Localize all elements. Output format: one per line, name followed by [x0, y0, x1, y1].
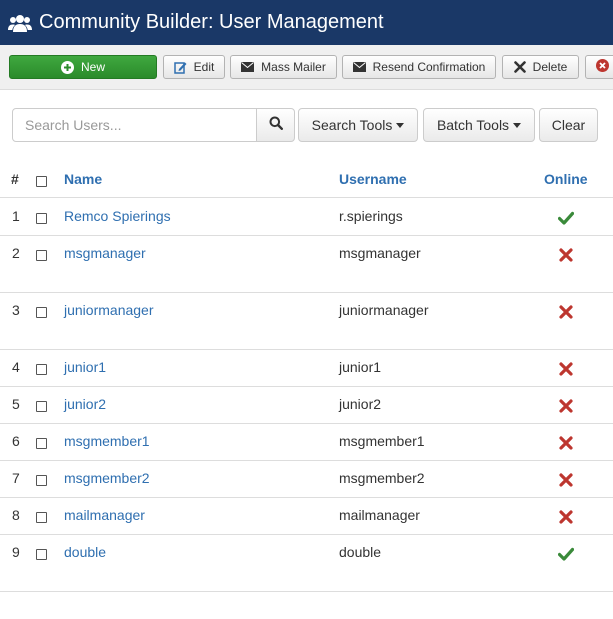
delete-button-label: Delete — [532, 60, 568, 74]
resend-confirmation-button-label: Resend Confirmation — [372, 60, 486, 74]
column-header-number: # — [11, 171, 19, 187]
search-button[interactable] — [256, 108, 295, 142]
user-name-link[interactable]: double — [64, 544, 106, 560]
row-checkbox[interactable] — [36, 307, 47, 318]
username-text: msgmember2 — [339, 470, 425, 486]
row-number: 2 — [12, 245, 20, 261]
column-header-username[interactable]: Username — [339, 171, 407, 187]
row-checkbox[interactable] — [36, 438, 47, 449]
username-text: msgmanager — [339, 245, 421, 261]
table-row: 7 msgmember2 msgmember2 — [0, 460, 613, 498]
table-row: 1 Remco Spierings r.spierings — [0, 198, 613, 236]
row-number: 6 — [12, 433, 20, 449]
plus-circle-icon — [60, 60, 74, 74]
delete-button[interactable]: Delete — [502, 55, 579, 79]
envelope-icon — [241, 62, 255, 72]
cross-icon — [558, 361, 574, 377]
row-number: 9 — [12, 544, 20, 560]
row-number: 4 — [12, 359, 20, 375]
table-row: 4 junior1 junior1 — [0, 349, 613, 387]
user-name-link[interactable]: mailmanager — [64, 507, 145, 523]
username-text: mailmanager — [339, 507, 420, 523]
username-text: double — [339, 544, 382, 560]
table-row: 2 msgmanager msgmanager — [0, 235, 613, 293]
edit-icon — [173, 61, 187, 74]
page-header: Community Builder: User Management — [0, 0, 613, 45]
search-input[interactable] — [12, 108, 257, 142]
batch-tools-label: Batch Tools — [436, 117, 510, 133]
cross-icon — [558, 509, 574, 525]
cross-icon — [558, 247, 574, 263]
resend-confirmation-button[interactable]: Resend Confirmation — [342, 55, 496, 79]
cross-icon — [558, 472, 574, 488]
row-checkbox[interactable] — [36, 364, 47, 375]
row-checkbox[interactable] — [36, 549, 47, 560]
cancel-button[interactable] — [585, 55, 613, 79]
close-icon — [513, 61, 526, 73]
row-number: 5 — [12, 396, 20, 412]
caret-down-icon — [513, 122, 522, 128]
table-row: 5 junior2 junior2 — [0, 386, 613, 424]
table-row: 8 mailmanager mailmanager — [0, 497, 613, 535]
table-row: 6 msgmember1 msgmember1 — [0, 423, 613, 461]
cross-icon — [558, 398, 574, 414]
check-icon — [557, 546, 575, 562]
users-icon — [8, 12, 32, 34]
cancel-circle-icon — [596, 59, 609, 75]
envelope-icon — [352, 62, 366, 72]
username-text: juniormanager — [339, 302, 429, 318]
table-row: 3 juniormanager juniormanager — [0, 292, 613, 350]
username-text: r.spierings — [339, 208, 403, 224]
row-checkbox[interactable] — [36, 475, 47, 486]
row-checkbox[interactable] — [36, 250, 47, 261]
user-name-link[interactable]: msgmanager — [64, 245, 146, 261]
toolbar: New Edit Mass Mailer Resend Confirmation… — [0, 45, 613, 90]
username-text: junior2 — [339, 396, 382, 412]
user-name-link[interactable]: Remco Spierings — [64, 208, 171, 224]
row-number: 7 — [12, 470, 20, 486]
new-button-label: New — [80, 60, 105, 74]
new-button[interactable]: New — [9, 55, 157, 79]
select-all-checkbox[interactable] — [36, 176, 47, 187]
table-row: 9 double double — [0, 534, 613, 592]
user-name-link[interactable]: junior1 — [64, 359, 106, 375]
edit-button-label: Edit — [193, 60, 215, 74]
table-header: # Name Username Online — [0, 160, 613, 198]
username-text: msgmember1 — [339, 433, 425, 449]
row-checkbox[interactable] — [36, 213, 47, 224]
user-name-link[interactable]: junior2 — [64, 396, 106, 412]
row-number: 8 — [12, 507, 20, 523]
user-name-link[interactable]: msgmember2 — [64, 470, 150, 486]
row-checkbox[interactable] — [36, 401, 47, 412]
cross-icon — [558, 435, 574, 451]
check-icon — [557, 210, 575, 226]
row-number: 1 — [12, 208, 20, 224]
column-header-name[interactable]: Name — [64, 171, 102, 187]
user-name-link[interactable]: msgmember1 — [64, 433, 150, 449]
username-text: junior1 — [339, 359, 382, 375]
row-number: 3 — [12, 302, 20, 318]
caret-down-icon — [396, 122, 405, 128]
mass-mailer-button-label: Mass Mailer — [261, 60, 326, 74]
mass-mailer-button[interactable]: Mass Mailer — [230, 55, 337, 79]
search-tools-button[interactable]: Search Tools — [298, 108, 418, 142]
user-name-link[interactable]: juniormanager — [64, 302, 154, 318]
edit-button[interactable]: Edit — [163, 55, 225, 79]
page-title: Community Builder: User Management — [39, 11, 384, 33]
clear-label: Clear — [551, 117, 586, 133]
batch-tools-button[interactable]: Batch Tools — [423, 108, 535, 142]
column-header-online[interactable]: Online — [544, 171, 588, 187]
clear-button[interactable]: Clear — [539, 108, 598, 142]
row-checkbox[interactable] — [36, 512, 47, 523]
cross-icon — [558, 304, 574, 320]
search-icon — [269, 116, 283, 135]
search-tools-label: Search Tools — [311, 117, 393, 133]
